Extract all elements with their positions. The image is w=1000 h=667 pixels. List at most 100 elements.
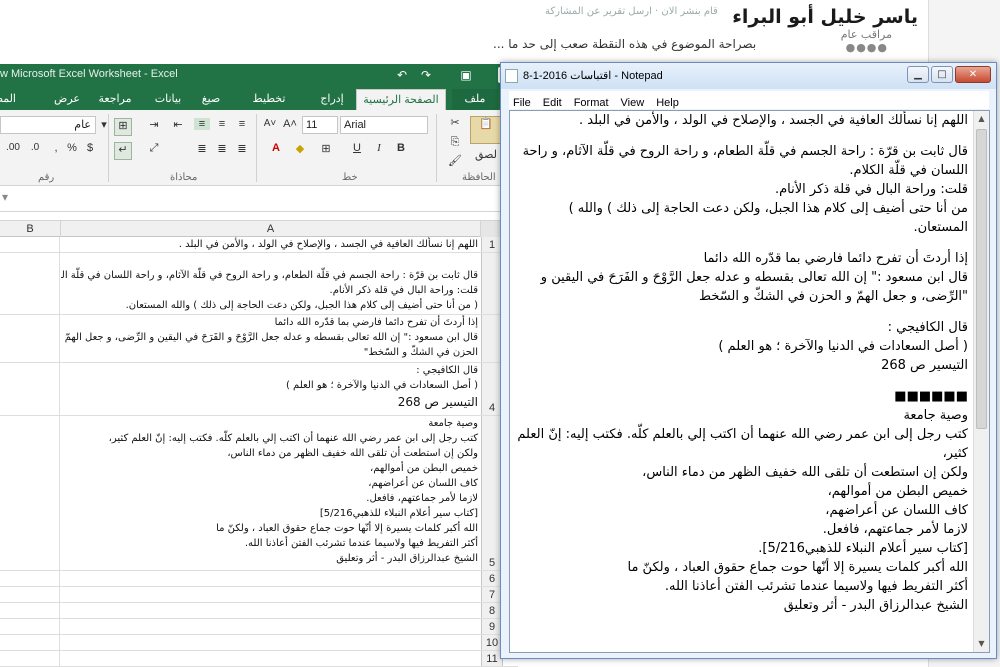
cell-b[interactable] (0, 635, 60, 650)
notepad-text-area[interactable]: اللهم إنا نسألك العافية في الجسد ، والإص… (510, 111, 974, 652)
formula-expand-icon[interactable]: ▾ (2, 190, 8, 204)
bold-icon[interactable]: B (394, 142, 408, 154)
indent-icon[interactable]: ⇥ (146, 118, 162, 131)
merge-center-icon[interactable]: ⊞ (114, 118, 132, 136)
column-header-b[interactable]: B (0, 221, 61, 237)
tab-review[interactable]: مراجعة (92, 89, 138, 110)
align-right-icon[interactable]: ≡ (194, 118, 210, 130)
cell-b[interactable] (0, 237, 60, 252)
cell-a[interactable] (61, 651, 480, 666)
cell-b[interactable] (0, 363, 60, 415)
tab-file[interactable]: ملف (452, 89, 498, 110)
scroll-down-icon[interactable]: ▼ (974, 636, 989, 652)
font-color-icon[interactable]: A (268, 142, 284, 154)
format-painter-icon[interactable]: 🖌 (446, 154, 464, 167)
worksheet-grid[interactable]: اللهم إنا نسألك العافية في الجسد ، والإص… (0, 237, 518, 667)
cell-text: قلت: وراحة البال في قلة ذكر الأنام. (329, 285, 478, 296)
align-top-icon[interactable]: ≣ (234, 142, 250, 155)
notepad-editor[interactable]: اللهم إنا نسألك العافية في الجسد ، والإص… (509, 110, 990, 653)
cell-a[interactable]: قال ثابت بن قرّة : راحة الجسم في قلّة ال… (61, 253, 480, 314)
redo-icon[interactable]: ↷ (418, 67, 434, 83)
forum-user-name[interactable]: ياسر خليل أبو البراء (732, 6, 918, 28)
align-left-icon[interactable]: ≡ (234, 118, 250, 130)
text-line: الله أكبر كلمات يسيرة إلا أنّها حوت جماع… (627, 560, 969, 575)
font-name-select[interactable]: Arial (340, 116, 428, 134)
formula-bar[interactable]: ▾ (0, 186, 518, 212)
table-row[interactable]: اللهم إنا نسألك العافية في الجسد ، والإص… (0, 237, 518, 253)
minimize-button[interactable]: ▁ (907, 66, 929, 83)
increase-decimal-icon[interactable]: .0 (28, 142, 42, 153)
italic-icon[interactable]: I (372, 142, 386, 154)
outdent-icon[interactable]: ⇤ (170, 118, 186, 131)
table-row[interactable]: 11 (0, 651, 518, 667)
cell-b[interactable] (0, 603, 60, 618)
cell-a[interactable] (61, 635, 480, 650)
maximize-button[interactable]: □ (931, 66, 953, 83)
number-format-select[interactable]: عام (0, 116, 96, 134)
save-icon[interactable]: ▣ (458, 67, 474, 83)
cell-a[interactable] (61, 619, 480, 634)
tab-developer[interactable]: المطور (0, 89, 16, 110)
orientation-icon[interactable]: ⤢ (146, 142, 162, 155)
undo-icon[interactable]: ↶ (394, 67, 410, 83)
cell-b[interactable] (0, 651, 60, 666)
table-row[interactable]: 9 (0, 619, 518, 635)
cell-b[interactable] (0, 416, 60, 570)
table-row[interactable]: 6 (0, 571, 518, 587)
cut-icon[interactable]: ✂ (446, 116, 464, 129)
cell-b[interactable] (0, 315, 60, 362)
text-line: قلت: وراحة البال في قلة ذكر الأنام. (774, 182, 968, 197)
excel-title-bar: w Microsoft Excel Worksheet - Excel ↶ ↷ … (0, 64, 518, 86)
wrap-text-icon[interactable]: ↵ (114, 142, 132, 160)
decrease-font-icon[interactable]: A˅ (262, 118, 278, 129)
underline-icon[interactable]: U (350, 142, 364, 154)
table-row[interactable]: 8 (0, 603, 518, 619)
paste-button-label[interactable]: لصق (470, 148, 502, 161)
tab-page-layout[interactable]: تخطيط الصفحة (234, 89, 304, 126)
increase-font-icon[interactable]: A˄ (282, 118, 298, 130)
vertical-scrollbar[interactable]: ▲ ▼ (973, 111, 989, 652)
scroll-thumb[interactable] (976, 129, 987, 429)
table-row[interactable]: وصية جامعة كتب رجل إلى ابن عمر رضي الله … (0, 416, 518, 571)
copy-icon[interactable]: ⎘ (446, 136, 464, 149)
align-middle-icon[interactable]: ≣ (214, 142, 230, 155)
scroll-up-icon[interactable]: ▲ (974, 111, 989, 127)
table-row[interactable]: 7 (0, 587, 518, 603)
column-header-a[interactable]: A (61, 221, 481, 237)
table-row[interactable]: قال ثابت بن قرّة : راحة الجسم في قلّة ال… (0, 253, 518, 315)
decrease-decimal-icon[interactable]: .00 (6, 142, 20, 153)
borders-icon[interactable]: ⊞ (318, 142, 334, 155)
tab-data[interactable]: بيانات (148, 89, 188, 110)
cell-b[interactable] (0, 619, 60, 634)
cell-a[interactable]: قال الكافيجي : ( أصل السعادات في الدنيا … (61, 363, 480, 415)
table-row[interactable]: 10 (0, 635, 518, 651)
cell-a[interactable] (61, 603, 480, 618)
cell-b[interactable] (0, 253, 60, 314)
cell-a[interactable]: وصية جامعة كتب رجل إلى ابن عمر رضي الله … (61, 416, 480, 570)
percent-style-button[interactable]: % (66, 142, 78, 154)
notepad-title-bar[interactable]: اقتباسات 2016-1-8 - Notepad ▁ □ ✕ (501, 63, 996, 89)
table-row[interactable]: إذا أردتَ أن تفرح دائما فارضي بما قدّره … (0, 315, 518, 363)
forum-post-meta[interactable]: قام بنشر الان · ارسل تقرير عن المشاركة (545, 6, 718, 17)
cell-a[interactable]: اللهم إنا نسألك العافية في الجسد ، والإص… (61, 237, 480, 252)
tab-home[interactable]: الصفحة الرئيسية (356, 89, 446, 110)
font-size-select[interactable]: 11 (302, 116, 338, 134)
tab-view[interactable]: عرض (50, 89, 84, 110)
align-center-icon[interactable]: ≡ (214, 118, 230, 130)
currency-button[interactable]: $ (84, 142, 96, 154)
cell-b[interactable] (0, 571, 60, 586)
cell-text: كاف اللسان عن أعراضهم، (368, 478, 478, 489)
align-bottom-icon[interactable]: ≣ (194, 142, 210, 155)
table-row[interactable]: قال الكافيجي : ( أصل السعادات في الدنيا … (0, 363, 518, 416)
cell-a[interactable] (61, 571, 480, 586)
notepad-app-icon[interactable] (505, 69, 518, 83)
tab-insert[interactable]: إدراج (312, 89, 352, 110)
fill-color-icon[interactable]: ◆ (292, 142, 308, 155)
comma-style-button[interactable]: , (50, 142, 62, 154)
cell-a[interactable]: إذا أردتَ أن تفرح دائما فارضي بما قدّره … (61, 315, 480, 362)
cell-b[interactable] (0, 587, 60, 602)
tab-formulas[interactable]: صيغ (196, 89, 226, 110)
cell-a[interactable] (61, 587, 480, 602)
paste-icon[interactable]: 📋 (470, 116, 502, 144)
close-button[interactable]: ✕ (955, 66, 991, 83)
